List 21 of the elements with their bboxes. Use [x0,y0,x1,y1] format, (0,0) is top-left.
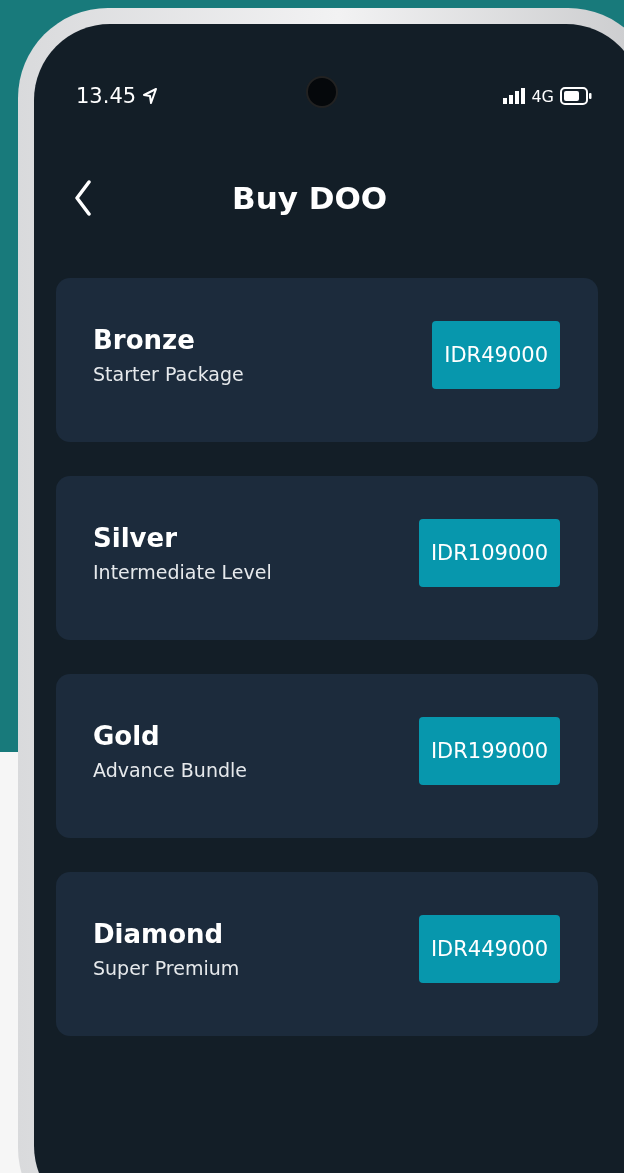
package-name: Silver [93,523,178,553]
battery-icon [560,87,592,105]
page-title: Buy DOO [232,180,388,216]
package-description: Intermediate Level [93,561,272,583]
location-arrow-icon [142,87,159,105]
package-description: Super Premium [93,957,240,979]
back-chevron-icon [74,180,92,216]
package-name: Gold [93,721,161,751]
price-button[interactable]: IDR449000 [418,915,560,983]
signal-icon [503,88,526,104]
price-button[interactable]: IDR109000 [418,519,560,587]
package-name: Diamond [93,919,225,949]
price-button[interactable]: IDR49000 [432,321,560,389]
package-name: Bronze [93,325,196,355]
status-time: 13.45 [76,84,137,108]
price-button[interactable]: IDR199000 [418,717,560,785]
package-description: Advance Bundle [93,759,247,781]
network-label: 4G [531,86,554,106]
package-description: Starter Package [93,363,244,385]
camera-dot [306,76,338,108]
back-button[interactable] [74,180,92,216]
